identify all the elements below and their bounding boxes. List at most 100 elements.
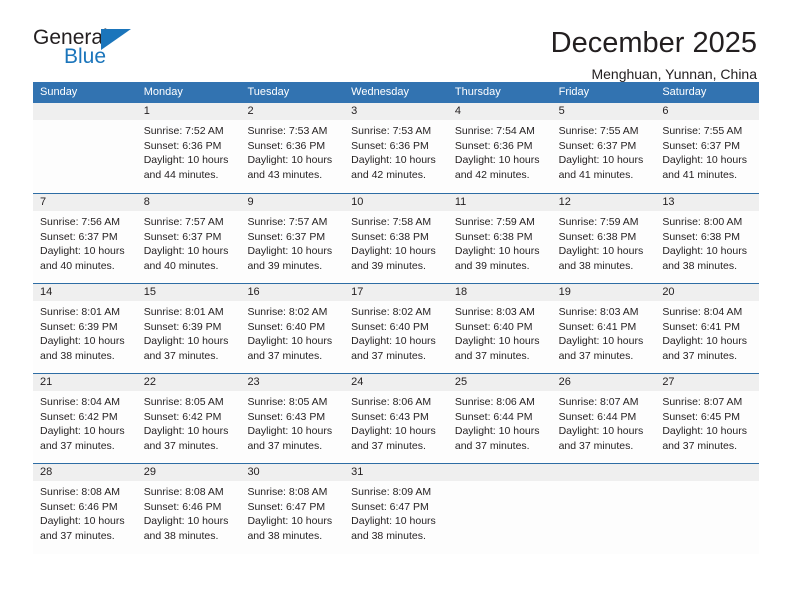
daylight-text: Daylight: 10 hours: [351, 335, 436, 348]
day-number[interactable]: 24: [344, 374, 448, 391]
day-number[interactable]: 25: [448, 374, 552, 391]
day-cell[interactable]: Sunrise: 7:59 AM Sunset: 6:38 PM Daylight:…: [552, 211, 656, 284]
day-number[interactable]: 27: [655, 374, 759, 391]
weekday-header-wednesday: Wednesday: [351, 86, 410, 98]
sunset-text: Sunset: 6:43 PM: [247, 410, 326, 423]
day-number[interactable]: 15: [137, 284, 241, 301]
day-number[interactable]: 22: [137, 374, 241, 391]
day-cell[interactable]: Sunrise: 8:07 AM Sunset: 6:44 PM Daylight:…: [552, 391, 656, 464]
day-cell[interactable]: Sunrise: 7:57 AM Sunset: 6:37 PM Daylight:…: [240, 211, 344, 284]
calendar-weeks: 1 2 3 4 5 6 Sunrise: 7:52 AM Sunset: 6:36 PM Day…: [33, 103, 759, 554]
calendar-week-row: 14 15 16 17 18 19 20 Sunrise: 8:01 AM Sunset: 6:…: [33, 283, 759, 374]
day-cell[interactable]: Sunrise: 7:53 AM Sunset: 6:36 PM Daylight:…: [240, 120, 344, 193]
day-number-band: 123456: [33, 103, 759, 120]
day-cell[interactable]: Sunrise: 8:07 AM Sunset: 6:45 PM Daylight:…: [655, 391, 759, 464]
day-number[interactable]: 19: [552, 284, 656, 301]
calendar-week-row: 28 29 30 31 Sunrise: 8:08 AM Sunset: 6:46 PM D…: [33, 463, 759, 554]
daylight-text-cont: and 37 minutes.: [558, 349, 634, 362]
sunrise-text: Sunrise: 7:52 AM: [143, 125, 224, 137]
sunset-text: Sunset: 6:36 PM: [351, 139, 429, 152]
day-number[interactable]: 10: [344, 194, 448, 211]
day-detail-band: Sunrise: 8:08 AM Sunset: 6:46 PM Daylight:…: [33, 481, 759, 554]
day-number[interactable]: 1: [137, 103, 241, 120]
day-cell[interactable]: Sunrise: 7:57 AM Sunset: 6:37 PM Daylight:…: [137, 211, 241, 284]
day-number[interactable]: 17: [344, 284, 448, 301]
day-cell-empty: [655, 481, 759, 554]
daylight-text: Daylight: 10 hours: [40, 425, 125, 438]
sunset-text: Sunset: 6:40 PM: [247, 320, 326, 333]
day-cell[interactable]: Sunrise: 7:56 AM Sunset: 6:37 PM Daylight:…: [33, 211, 137, 284]
masthead: General Blue December 2025 Menghuan, Yun…: [33, 0, 759, 82]
sunrise-text: Sunrise: 7:57 AM: [143, 216, 224, 228]
day-cell[interactable]: Sunrise: 8:08 AM Sunset: 6:46 PM Daylight:…: [33, 481, 137, 554]
day-number[interactable]: 14: [33, 284, 137, 301]
day-cell[interactable]: Sunrise: 8:05 AM Sunset: 6:42 PM Daylight:…: [137, 391, 241, 464]
day-number[interactable]: 16: [240, 284, 344, 301]
day-cell[interactable]: Sunrise: 7:58 AM Sunset: 6:38 PM Daylight:…: [344, 211, 448, 284]
weekday-header-sunday: Sunday: [40, 86, 78, 98]
daylight-text: Daylight: 10 hours: [351, 425, 436, 438]
sunrise-text: Sunrise: 7:56 AM: [40, 216, 120, 228]
day-cell[interactable]: Sunrise: 8:02 AM Sunset: 6:40 PM Daylight:…: [344, 301, 448, 374]
day-number[interactable]: 6: [655, 103, 759, 120]
day-cell[interactable]: Sunrise: 7:53 AM Sunset: 6:36 PM Daylight:…: [344, 120, 448, 193]
day-cell[interactable]: Sunrise: 8:04 AM Sunset: 6:41 PM Daylight:…: [655, 301, 759, 374]
day-number[interactable]: 12: [552, 194, 656, 211]
day-number[interactable]: 7: [33, 194, 137, 211]
sunset-text: Sunset: 6:46 PM: [143, 500, 222, 513]
day-number[interactable]: 28: [33, 464, 137, 481]
weekday-header-thursday: Thursday: [454, 86, 501, 98]
day-cell[interactable]: Sunrise: 8:08 AM Sunset: 6:46 PM Daylight:…: [137, 481, 241, 554]
day-number[interactable]: 3: [344, 103, 448, 120]
day-number[interactable]: 29: [137, 464, 241, 481]
day-number[interactable]: 9: [240, 194, 344, 211]
daylight-text: Daylight: 10 hours: [454, 245, 540, 258]
day-number[interactable]: 23: [240, 374, 344, 391]
daylight-text-cont: and 37 minutes.: [40, 529, 115, 542]
day-number[interactable]: 21: [33, 374, 137, 391]
daylight-text: Daylight: 10 hours: [662, 425, 747, 438]
day-cell[interactable]: Sunrise: 8:08 AM Sunset: 6:47 PM Daylight:…: [240, 481, 344, 554]
daylight-text: Daylight: 10 hours: [247, 515, 333, 528]
day-cell[interactable]: Sunrise: 8:03 AM Sunset: 6:41 PM Daylight:…: [552, 301, 656, 374]
day-cell[interactable]: Sunrise: 7:52 AM Sunset: 6:36 PM Daylight:…: [137, 120, 241, 193]
day-number[interactable]: 2: [240, 103, 344, 120]
day-cell[interactable]: Sunrise: 8:01 AM Sunset: 6:39 PM Daylight:…: [137, 301, 241, 374]
day-cell[interactable]: Sunrise: 7:55 AM Sunset: 6:37 PM Daylight:…: [552, 120, 656, 193]
day-number[interactable]: 13: [655, 194, 759, 211]
sunrise-text: Sunrise: 8:07 AM: [558, 396, 639, 408]
sunrise-text: Sunrise: 8:04 AM: [40, 396, 120, 408]
day-number[interactable]: 20: [655, 284, 759, 301]
daylight-text-cont: and 37 minutes.: [558, 439, 634, 452]
day-number[interactable]: 8: [137, 194, 241, 211]
sunrise-text: Sunrise: 8:00 AM: [662, 216, 743, 228]
day-number[interactable]: 11: [448, 194, 552, 211]
day-number[interactable]: 5: [552, 103, 656, 120]
weekday-header-monday: Monday: [143, 86, 183, 98]
day-cell[interactable]: Sunrise: 8:06 AM Sunset: 6:43 PM Daylight:…: [344, 391, 448, 464]
daylight-text: Daylight: 10 hours: [662, 335, 747, 348]
day-cell[interactable]: Sunrise: 8:04 AM Sunset: 6:42 PM Daylight:…: [33, 391, 137, 464]
day-cell[interactable]: Sunrise: 8:09 AM Sunset: 6:47 PM Daylight:…: [344, 481, 448, 554]
day-number[interactable]: 4: [448, 103, 552, 120]
day-number[interactable]: 30: [240, 464, 344, 481]
sunset-text: Sunset: 6:44 PM: [454, 410, 533, 423]
day-cell[interactable]: Sunrise: 8:06 AM Sunset: 6:44 PM Daylight:…: [448, 391, 552, 464]
day-cell[interactable]: Sunrise: 8:01 AM Sunset: 6:39 PM Daylight:…: [33, 301, 137, 374]
day-cell[interactable]: Sunrise: 8:03 AM Sunset: 6:40 PM Daylight:…: [448, 301, 552, 374]
daylight-text: Daylight: 10 hours: [558, 335, 644, 348]
day-cell[interactable]: Sunrise: 7:59 AM Sunset: 6:38 PM Daylight:…: [448, 211, 552, 284]
sunset-text: Sunset: 6:37 PM: [558, 139, 637, 152]
calendar-page: General Blue December 2025 Menghuan, Yun…: [0, 0, 792, 612]
daylight-text-cont: and 37 minutes.: [662, 349, 738, 362]
day-cell[interactable]: Sunrise: 7:54 AM Sunset: 6:36 PM Daylight:…: [448, 120, 552, 193]
day-number[interactable]: 26: [552, 374, 656, 391]
day-number[interactable]: 18: [448, 284, 552, 301]
day-number[interactable]: 31: [344, 464, 448, 481]
day-cell[interactable]: Sunrise: 8:02 AM Sunset: 6:40 PM Daylight:…: [240, 301, 344, 374]
day-cell[interactable]: Sunrise: 7:55 AM Sunset: 6:37 PM Daylight:…: [655, 120, 759, 193]
day-cell[interactable]: Sunrise: 8:00 AM Sunset: 6:38 PM Daylight:…: [655, 211, 759, 284]
daylight-text: Daylight: 10 hours: [143, 245, 229, 258]
day-cell[interactable]: Sunrise: 8:05 AM Sunset: 6:43 PM Daylight:…: [240, 391, 344, 464]
day-cell-empty: [448, 481, 552, 554]
